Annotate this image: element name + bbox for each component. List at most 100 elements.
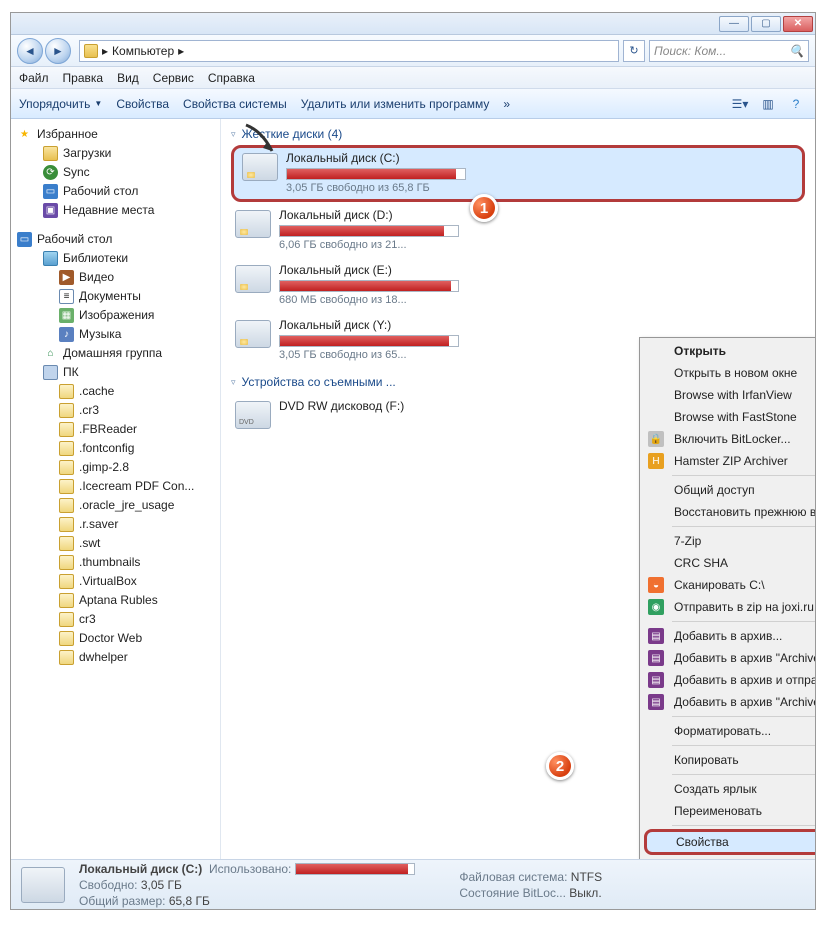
ctx-faststone[interactable]: Browse with FastStone xyxy=(642,406,815,428)
ctx-crc-sha[interactable]: CRC SHA▸ xyxy=(642,552,815,574)
sidebar-folder[interactable]: cr3 xyxy=(15,610,216,629)
callout-badge-1: 1 xyxy=(470,194,498,222)
ctx-create-shortcut[interactable]: Создать ярлык xyxy=(642,778,815,800)
sidebar-music[interactable]: ♪Музыка xyxy=(15,325,216,344)
breadcrumb-node[interactable]: Компьютер xyxy=(112,44,174,58)
sidebar-homegroup[interactable]: ⌂Домашняя группа xyxy=(15,344,216,363)
menu-file[interactable]: Файл xyxy=(19,71,49,85)
folder-icon xyxy=(59,612,74,627)
status-free-value: 3,05 ГБ xyxy=(141,878,182,892)
sidebar-desktop-root[interactable]: ▭Рабочий стол xyxy=(15,230,216,249)
ctx-add-rar-email[interactable]: ▤Добавить в архив "Archive.rar" и отправ… xyxy=(642,691,815,713)
document-icon: ≡ xyxy=(59,289,74,304)
uninstall-button[interactable]: Удалить или изменить программу xyxy=(301,97,490,111)
desktop-icon: ▭ xyxy=(17,232,32,247)
properties-button[interactable]: Свойства xyxy=(116,97,169,111)
search-input[interactable]: Поиск: Ком... 🔍 xyxy=(649,40,809,62)
sidebar-folder[interactable]: .r.saver xyxy=(15,515,216,534)
folder-icon xyxy=(59,517,74,532)
ctx-add-email[interactable]: ▤Добавить в архив и отправить по e-mail.… xyxy=(642,669,815,691)
status-total-label: Общий размер: xyxy=(79,894,165,908)
ctx-joxi[interactable]: ◉Отправить в zip на joxi.ru xyxy=(642,596,815,618)
refresh-button[interactable]: ↻ xyxy=(623,40,645,62)
collapse-icon: ▿ xyxy=(231,129,236,140)
system-properties-button[interactable]: Свойства системы xyxy=(183,97,287,111)
drive-free: 3,05 ГБ свободно из 65,8 ГБ xyxy=(286,182,794,194)
sidebar-folder[interactable]: .oracle_jre_usage xyxy=(15,496,216,515)
sidebar-folder[interactable]: .VirtualBox xyxy=(15,572,216,591)
sidebar-recent[interactable]: ▣Недавние места xyxy=(15,201,216,220)
sidebar-folder[interactable]: dwhelper xyxy=(15,648,216,667)
usage-bar xyxy=(279,225,459,237)
ctx-share[interactable]: Общий доступ▸ xyxy=(642,479,815,501)
sidebar-pictures[interactable]: ▦Изображения xyxy=(15,306,216,325)
disk-icon xyxy=(235,210,271,238)
minimize-button[interactable]: — xyxy=(719,16,749,32)
sidebar-folder[interactable]: .FBReader xyxy=(15,420,216,439)
menu-help[interactable]: Справка xyxy=(208,71,255,85)
sidebar-downloads[interactable]: Загрузки xyxy=(15,144,216,163)
local-disk[interactable]: Локальный диск (E:)680 МБ свободно из 18… xyxy=(231,257,805,312)
pc-icon xyxy=(43,365,58,380)
close-button[interactable]: ✕ xyxy=(783,16,813,32)
ctx-rename[interactable]: Переименовать xyxy=(642,800,815,822)
menu-view[interactable]: Вид xyxy=(117,71,139,85)
help-button[interactable]: ? xyxy=(785,93,807,115)
section-hard-disks[interactable]: ▿ Жесткие диски (4) xyxy=(221,119,815,145)
organize-button[interactable]: Упорядочить▼ xyxy=(19,97,102,111)
folder-label: .thumbnails xyxy=(79,554,140,571)
ctx-bitlocker[interactable]: 🔒Включить BitLocker... xyxy=(642,428,815,450)
sidebar-folder[interactable]: Aptana Rubles xyxy=(15,591,216,610)
sidebar-documents[interactable]: ≡Документы xyxy=(15,287,216,306)
menu-edit[interactable]: Правка xyxy=(63,71,104,85)
folder-icon xyxy=(59,384,74,399)
view-mode-button[interactable]: ☰▾ xyxy=(729,93,751,115)
status-used-label: Использовано: xyxy=(209,862,291,876)
back-button[interactable]: ◄ xyxy=(17,38,43,64)
local-disk[interactable]: Локальный диск (C:)3,05 ГБ свободно из 6… xyxy=(231,145,805,202)
ctx-7zip[interactable]: 7-Zip▸ xyxy=(642,530,815,552)
ctx-open[interactable]: Открыть xyxy=(642,340,815,362)
maximize-button[interactable]: ▢ xyxy=(751,16,781,32)
sidebar-desktop[interactable]: ▭Рабочий стол xyxy=(15,182,216,201)
winrar-icon: ▤ xyxy=(648,650,664,666)
preview-pane-button[interactable]: ▥ xyxy=(757,93,779,115)
ctx-open-new-window[interactable]: Открыть в новом окне xyxy=(642,362,815,384)
status-bitlocker-value: Выкл. xyxy=(569,886,601,900)
breadcrumb[interactable]: ▸ Компьютер ▸ xyxy=(79,40,619,62)
search-icon: 🔍 xyxy=(789,44,804,58)
sidebar-folder[interactable]: Doctor Web xyxy=(15,629,216,648)
sidebar-folder[interactable]: .thumbnails xyxy=(15,553,216,572)
ctx-add-archive[interactable]: ▤Добавить в архив... xyxy=(642,625,815,647)
toolbar-more[interactable]: » xyxy=(503,97,510,111)
ctx-irfanview[interactable]: Browse with IrfanView xyxy=(642,384,815,406)
library-icon xyxy=(43,251,58,266)
sidebar-libraries[interactable]: Библиотеки xyxy=(15,249,216,268)
forward-button[interactable]: ► xyxy=(45,38,71,64)
sidebar-folder[interactable]: .cr3 xyxy=(15,401,216,420)
ctx-hamster[interactable]: HHamster ZIP Archiver▸ xyxy=(642,450,815,472)
sidebar-folder[interactable]: .Icecream PDF Con... xyxy=(15,477,216,496)
ctx-format[interactable]: Форматировать... xyxy=(642,720,815,742)
homegroup-icon: ⌂ xyxy=(43,346,58,361)
menu-tools[interactable]: Сервис xyxy=(153,71,194,85)
local-disk[interactable]: Локальный диск (D:)6,06 ГБ свободно из 2… xyxy=(231,202,805,257)
sidebar-videos[interactable]: ▶Видео xyxy=(15,268,216,287)
sidebar-folder[interactable]: .swt xyxy=(15,534,216,553)
sidebar-folder[interactable]: .gimp-2.8 xyxy=(15,458,216,477)
folder-icon xyxy=(59,479,74,494)
sidebar-sync[interactable]: ⟳Sync xyxy=(15,163,216,182)
ctx-copy[interactable]: Копировать xyxy=(642,749,815,771)
ctx-scan[interactable]: ◒Сканировать C:\ xyxy=(642,574,815,596)
sidebar-folder[interactable]: .fontconfig xyxy=(15,439,216,458)
breadcrumb-sep: ▸ xyxy=(102,44,108,58)
folder-label: Aptana Rubles xyxy=(79,592,158,609)
folder-label: .FBReader xyxy=(79,421,137,438)
sidebar-folder[interactable]: .cache xyxy=(15,382,216,401)
ctx-restore[interactable]: Восстановить прежнюю версию xyxy=(642,501,815,523)
ctx-properties[interactable]: Свойства xyxy=(644,829,815,855)
sidebar-pc[interactable]: ПК xyxy=(15,363,216,382)
star-icon: ★ xyxy=(17,127,32,142)
ctx-add-rar[interactable]: ▤Добавить в архив "Archive.rar" xyxy=(642,647,815,669)
sidebar-favorites[interactable]: ★Избранное xyxy=(15,125,216,144)
